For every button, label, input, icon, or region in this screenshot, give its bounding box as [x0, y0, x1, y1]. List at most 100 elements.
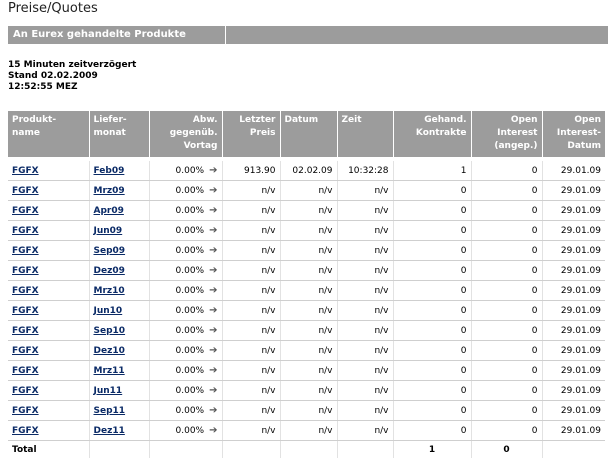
product-link[interactable]: FGFX	[12, 346, 39, 356]
date-cell: n/v	[280, 180, 338, 201]
open-interest-cell: 0	[471, 180, 543, 201]
change-cell: 0.00% ➔	[149, 340, 223, 361]
open-interest-cell: 0	[471, 300, 543, 321]
open-interest-date-cell: 29.01.09	[542, 320, 605, 341]
last-price-cell: n/v	[222, 360, 281, 381]
product-link[interactable]: FGFX	[12, 326, 39, 336]
delivery-month-link[interactable]: Dez09	[94, 266, 125, 276]
time-cell: n/v	[337, 400, 394, 421]
date-cell: n/v	[280, 200, 338, 221]
table-row: FGFX Feb09 0.00% ➔ 913.90 02.02.09 10:32:28 1 0 2…	[8, 161, 605, 181]
product-link[interactable]: FGFX	[12, 306, 39, 316]
time-cell: n/v	[337, 340, 394, 361]
arrow-right-icon: ➔	[209, 165, 218, 176]
product-link[interactable]: FGFX	[12, 286, 39, 296]
arrow-right-icon: ➔	[209, 245, 218, 256]
delivery-month-link[interactable]: Sep09	[94, 246, 126, 256]
date-cell: n/v	[280, 220, 338, 241]
time-cell: n/v	[337, 320, 394, 341]
table-row: FGFX Mrz11 0.00% ➔ n/v n/v n/v 0 0 29.01.09	[8, 360, 605, 381]
delivery-month-link[interactable]: Mrz09	[94, 186, 125, 196]
change-value: 0.00%	[175, 386, 205, 396]
volume-cell: 0	[393, 420, 472, 441]
arrow-right-icon: ➔	[209, 405, 218, 416]
delivery-month-link[interactable]: Feb09	[94, 166, 125, 176]
table-row: FGFX Sep09 0.00% ➔ n/v n/v n/v 0 0 29.01.09	[8, 240, 605, 261]
table-row: FGFX Dez10 0.00% ➔ n/v n/v n/v 0 0 29.01.09	[8, 340, 605, 361]
change-value: 0.00%	[175, 226, 205, 236]
open-interest-date-cell: 29.01.09	[542, 180, 605, 201]
volume-cell: 0	[393, 220, 472, 241]
volume-cell: 0	[393, 380, 472, 401]
change-value: 0.00%	[175, 186, 205, 196]
total-open-interest: 0	[471, 440, 543, 458]
last-price-cell: n/v	[222, 220, 281, 241]
change-cell: 0.00% ➔	[149, 220, 223, 241]
arrow-right-icon: ➔	[209, 325, 218, 336]
volume-cell: 0	[393, 400, 472, 421]
delivery-month-link[interactable]: Apr09	[94, 206, 124, 216]
date-cell: n/v	[280, 260, 338, 281]
volume-cell: 0	[393, 320, 472, 341]
delivery-month-link[interactable]: Sep11	[94, 406, 126, 416]
delay-note: 15 Minuten zeitverzögert	[8, 60, 137, 70]
last-price-cell: n/v	[222, 380, 281, 401]
table-row: FGFX Dez11 0.00% ➔ n/v n/v n/v 0 0 29.01.09	[8, 420, 605, 441]
product-link[interactable]: FGFX	[12, 226, 39, 236]
delivery-month-link[interactable]: Mrz10	[94, 286, 125, 296]
total-row: Total 1 0	[8, 440, 605, 458]
open-interest-date-cell: 29.01.09	[542, 400, 605, 421]
header-volume: Gehand. Kontrakte	[393, 111, 472, 157]
change-cell: 0.00% ➔	[149, 200, 223, 221]
product-link[interactable]: FGFX	[12, 186, 39, 196]
last-price-cell: n/v	[222, 320, 281, 341]
delivery-month-link[interactable]: Mrz11	[94, 366, 125, 376]
product-link[interactable]: FGFX	[12, 166, 39, 176]
arrow-right-icon: ➔	[209, 365, 218, 376]
change-cell: 0.00% ➔	[149, 380, 223, 401]
change-cell: 0.00% ➔	[149, 280, 223, 301]
last-price-cell: n/v	[222, 400, 281, 421]
arrow-right-icon: ➔	[209, 265, 218, 276]
open-interest-cell: 0	[471, 220, 543, 241]
change-cell: 0.00% ➔	[149, 240, 223, 261]
table-row: FGFX Apr09 0.00% ➔ n/v n/v n/v 0 0 29.01.09	[8, 200, 605, 221]
change-value: 0.00%	[175, 266, 205, 276]
stand-time: 12:52:55 MEZ	[8, 82, 78, 92]
open-interest-date-cell: 29.01.09	[542, 300, 605, 321]
product-link[interactable]: FGFX	[12, 266, 39, 276]
delivery-month-link[interactable]: Jun10	[94, 306, 123, 316]
product-link[interactable]: FGFX	[12, 406, 39, 416]
open-interest-cell: 0	[471, 240, 543, 261]
open-interest-cell: 0	[471, 200, 543, 221]
volume-cell: 0	[393, 240, 472, 261]
product-link[interactable]: FGFX	[12, 426, 39, 436]
delivery-month-link[interactable]: Jun09	[94, 226, 123, 236]
quotes-table: Produkt-name Liefer-monat Abw. gegenüb. Vo…	[8, 111, 605, 458]
product-link[interactable]: FGFX	[12, 246, 39, 256]
table-row: FGFX Jun09 0.00% ➔ n/v n/v n/v 0 0 29.01.09	[8, 220, 605, 241]
volume-cell: 0	[393, 260, 472, 281]
delivery-month-link[interactable]: Dez10	[94, 346, 125, 356]
delivery-month-link[interactable]: Sep10	[94, 326, 126, 336]
open-interest-cell: 0	[471, 380, 543, 401]
date-cell: n/v	[280, 320, 338, 341]
section-title: An Eurex gehandelte Produkte	[8, 26, 226, 44]
product-link[interactable]: FGFX	[12, 206, 39, 216]
delivery-month-link[interactable]: Dez11	[94, 426, 125, 436]
header-delivery-month: Liefer-monat	[89, 111, 150, 157]
time-cell: 10:32:28	[337, 161, 394, 181]
open-interest-date-cell: 29.01.09	[542, 220, 605, 241]
product-link[interactable]: FGFX	[12, 366, 39, 376]
last-price-cell: n/v	[222, 340, 281, 361]
stand-date: Stand 02.02.2009	[8, 71, 98, 81]
change-cell: 0.00% ➔	[149, 161, 223, 181]
time-cell: n/v	[337, 380, 394, 401]
product-link[interactable]: FGFX	[12, 386, 39, 396]
arrow-right-icon: ➔	[209, 285, 218, 296]
arrow-right-icon: ➔	[209, 185, 218, 196]
change-value: 0.00%	[175, 286, 205, 296]
page-title: Preise/Quotes	[8, 1, 98, 16]
header-product: Produkt-name	[8, 111, 90, 157]
delivery-month-link[interactable]: Jun11	[94, 386, 123, 396]
